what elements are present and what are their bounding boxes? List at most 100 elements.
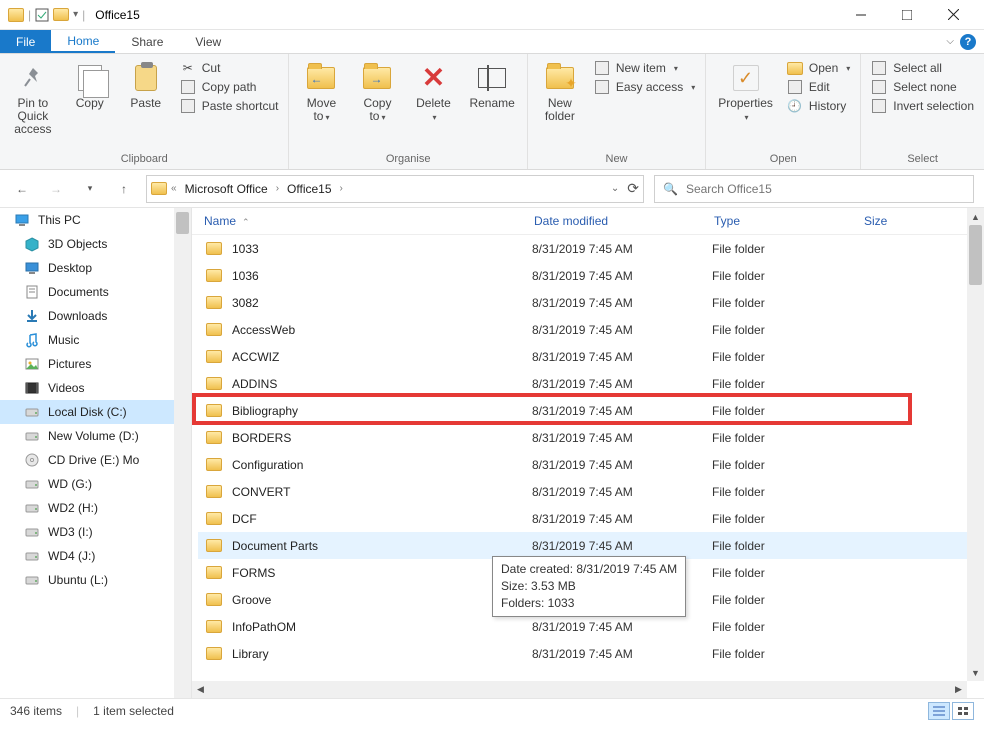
file-row[interactable]: BORDERS 8/31/2019 7:45 AM File folder (198, 424, 984, 451)
file-row[interactable]: Document Parts 8/31/2019 7:45 AM File fo… (198, 532, 984, 559)
file-row[interactable]: 1036 8/31/2019 7:45 AM File folder (198, 262, 984, 289)
ribbon-collapse-icon[interactable]: ⌵ (946, 36, 954, 47)
sidebar-item[interactable]: WD (G:) (0, 472, 191, 496)
sidebar-item[interactable]: This PC (0, 208, 191, 232)
file-row[interactable]: ADDINS 8/31/2019 7:45 AM File folder (198, 370, 984, 397)
new-folder-button[interactable]: ✦ New folder (534, 58, 586, 127)
scrollbar-thumb[interactable] (969, 225, 982, 285)
sidebar-item[interactable]: Documents (0, 280, 191, 304)
open-icon (787, 60, 803, 76)
sidebar-item-label: Videos (48, 381, 84, 395)
breadcrumb[interactable]: Office15 (283, 182, 335, 196)
file-name: Bibliography (232, 404, 532, 418)
group-label-clipboard: Clipboard (6, 151, 282, 167)
refresh-button[interactable]: ⟳ (627, 180, 639, 197)
file-row[interactable]: AccessWeb 8/31/2019 7:45 AM File folder (198, 316, 984, 343)
copy-path-button[interactable]: Copy path (180, 79, 279, 95)
move-to-button[interactable]: ← Move to▾ (295, 58, 347, 128)
scroll-up-button[interactable]: ▲ (967, 208, 984, 225)
up-button[interactable]: ↑ (112, 177, 136, 201)
sidebar-item[interactable]: Videos (0, 376, 191, 400)
tab-file[interactable]: File (0, 30, 51, 53)
sidebar-item[interactable]: WD3 (I:) (0, 520, 191, 544)
sidebar-item[interactable]: CD Drive (E:) Mo (0, 448, 191, 472)
file-row[interactable]: ACCWIZ 8/31/2019 7:45 AM File folder (198, 343, 984, 370)
select-none-button[interactable]: Select none (871, 79, 974, 95)
app-icon[interactable] (8, 8, 24, 22)
breadcrumb-sep[interactable]: › (276, 183, 279, 194)
qat-checkbox-icon[interactable] (35, 8, 49, 22)
invert-selection-button[interactable]: Invert selection (871, 98, 974, 114)
search-input[interactable] (686, 182, 965, 196)
back-button[interactable]: ← (10, 177, 34, 201)
tab-share[interactable]: Share (115, 30, 179, 53)
copy-to-button[interactable]: → Copy to▾ (351, 58, 403, 128)
cut-button[interactable]: ✂Cut (180, 60, 279, 76)
sidebar-item[interactable]: Local Disk (C:) (0, 400, 191, 424)
chevron-down-icon: ▾ (674, 64, 678, 73)
column-header-size[interactable]: Size (864, 214, 972, 228)
content-vertical-scrollbar[interactable]: ▲ ▼ (967, 208, 984, 681)
recent-locations-button[interactable]: ▾ (78, 177, 102, 201)
breadcrumb-sep[interactable]: « (171, 183, 177, 194)
new-item-button[interactable]: New item▾ (594, 60, 695, 76)
scrollbar-thumb[interactable] (176, 212, 189, 234)
easy-access-button[interactable]: Easy access▾ (594, 79, 695, 95)
properties-button[interactable]: ✓ Properties▾ (712, 58, 779, 128)
tooltip-line: Folders: 1033 (501, 595, 677, 612)
column-header-type[interactable]: Type (714, 214, 864, 228)
sidebar-item[interactable]: WD2 (H:) (0, 496, 191, 520)
breadcrumb-sep[interactable]: › (340, 183, 343, 194)
paste-shortcut-button[interactable]: Paste shortcut (180, 98, 279, 114)
content-horizontal-scrollbar[interactable]: ◀ ▶ (192, 681, 967, 698)
qat-dropdown-icon[interactable]: ▾ (73, 9, 78, 20)
scroll-down-button[interactable]: ▼ (967, 664, 984, 681)
file-row[interactable]: CONVERT 8/31/2019 7:45 AM File folder (198, 478, 984, 505)
pin-to-quick-access-button[interactable]: Pin to Quick access (6, 58, 60, 140)
close-button[interactable] (930, 0, 976, 30)
view-details-button[interactable] (928, 702, 950, 720)
sidebar-item[interactable]: 3D Objects (0, 232, 191, 256)
file-row[interactable]: Bibliography 8/31/2019 7:45 AM File fold… (198, 397, 984, 424)
music-icon (24, 332, 40, 348)
forward-button[interactable]: → (44, 177, 68, 201)
qat-folder-icon[interactable] (53, 8, 69, 21)
history-button[interactable]: 🕘History (787, 98, 850, 114)
open-button[interactable]: Open▾ (787, 60, 850, 76)
copy-button[interactable]: Copy (64, 58, 116, 114)
address-dropdown-icon[interactable]: ⌄ (611, 183, 619, 194)
file-row[interactable]: Configuration 8/31/2019 7:45 AM File fol… (198, 451, 984, 478)
sidebar-item[interactable]: New Volume (D:) (0, 424, 191, 448)
breadcrumb[interactable]: Microsoft Office (181, 182, 272, 196)
select-all-button[interactable]: Select all (871, 60, 974, 76)
file-date: 8/31/2019 7:45 AM (532, 485, 712, 499)
tab-view[interactable]: View (179, 30, 237, 53)
sidebar-scrollbar[interactable] (174, 208, 191, 698)
scroll-left-button[interactable]: ◀ (192, 681, 209, 698)
rename-button[interactable]: Rename (463, 58, 520, 114)
sidebar-item[interactable]: Music (0, 328, 191, 352)
file-row[interactable]: 1033 8/31/2019 7:45 AM File folder (198, 235, 984, 262)
file-row[interactable]: DCF 8/31/2019 7:45 AM File folder (198, 505, 984, 532)
delete-button[interactable]: ✕ Delete▾ (407, 58, 459, 128)
file-row[interactable]: InfoPathOM 8/31/2019 7:45 AM File folder (198, 613, 984, 640)
tab-home[interactable]: Home (51, 30, 115, 53)
address-bar[interactable]: « Microsoft Office › Office15 › ⌄ ⟳ (146, 175, 644, 203)
maximize-button[interactable] (884, 0, 930, 30)
search-box[interactable]: 🔍 (654, 175, 974, 203)
sidebar-item[interactable]: Downloads (0, 304, 191, 328)
file-row[interactable]: Library 8/31/2019 7:45 AM File folder (198, 640, 984, 667)
paste-button[interactable]: Paste (120, 58, 172, 114)
sidebar-item[interactable]: WD4 (J:) (0, 544, 191, 568)
column-header-name[interactable]: Name⌃ (204, 214, 534, 228)
minimize-button[interactable] (838, 0, 884, 30)
scroll-right-button[interactable]: ▶ (950, 681, 967, 698)
sidebar-item[interactable]: Desktop (0, 256, 191, 280)
sidebar-item[interactable]: Pictures (0, 352, 191, 376)
column-header-date[interactable]: Date modified (534, 214, 714, 228)
sidebar-item[interactable]: Ubuntu (L:) (0, 568, 191, 592)
view-large-icons-button[interactable] (952, 702, 974, 720)
edit-button[interactable]: Edit (787, 79, 850, 95)
help-icon[interactable]: ? (960, 34, 976, 50)
file-row[interactable]: 3082 8/31/2019 7:45 AM File folder (198, 289, 984, 316)
